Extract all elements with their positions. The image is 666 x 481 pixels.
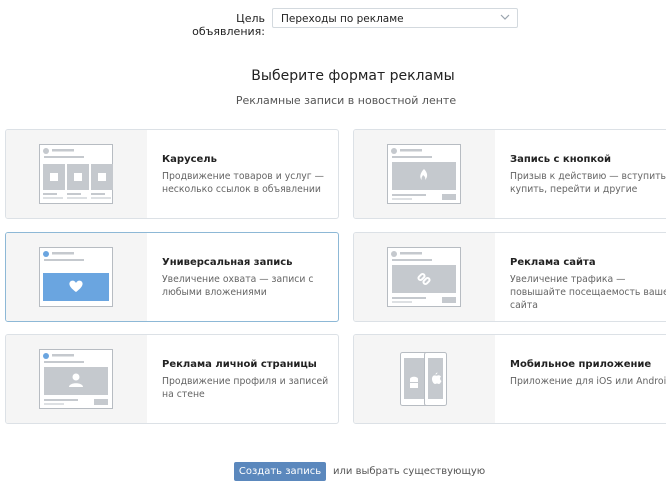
create-post-button[interactable]: Создать запись bbox=[234, 462, 326, 481]
ad-goal-selected-value: Переходы по рекламе bbox=[281, 13, 404, 25]
ad-goal-row: Цель объявления: Переходы по рекламе bbox=[0, 8, 666, 38]
format-card-site-ad[interactable]: Реклама сайта Увеличение трафика — повыш… bbox=[353, 232, 666, 322]
ad-goal-label: Цель объявления: bbox=[192, 12, 265, 38]
card-title: Реклама личной страницы bbox=[162, 359, 317, 370]
card-description: Призыв к действию — вступить, купить, пе… bbox=[510, 171, 666, 195]
format-card-mobile-app[interactable]: Мобильное приложение Приложение для iOS … bbox=[353, 334, 666, 424]
format-card-personal-page[interactable]: Реклама личной страницы Продвижение проф… bbox=[5, 334, 339, 424]
chevron-down-icon bbox=[500, 14, 510, 20]
mobile-app-thumb-icon bbox=[400, 352, 447, 406]
card-title: Универсальная запись bbox=[162, 257, 293, 268]
format-card-button-post[interactable]: Запись с кнопкой Призыв к действию — вст… bbox=[353, 129, 666, 219]
card-title: Реклама сайта bbox=[510, 257, 596, 268]
card-description: Продвижение профиля и записей на стене bbox=[162, 376, 329, 400]
card-title: Запись с кнопкой bbox=[510, 154, 612, 165]
personal-page-thumb-icon bbox=[39, 349, 113, 409]
card-title: Карусель bbox=[162, 154, 217, 165]
card-description: Приложение для iOS или Android bbox=[510, 376, 666, 387]
carousel-thumb-icon bbox=[39, 144, 113, 204]
card-title: Мобильное приложение bbox=[510, 359, 652, 370]
page-title: Выберите формат рекламы bbox=[251, 68, 455, 84]
card-description: Увеличение охвата — записи с любыми влож… bbox=[162, 274, 314, 298]
card-description: Продвижение товаров и услуг — несколько … bbox=[162, 171, 324, 195]
select-existing-link[interactable]: или выбрать существующую bbox=[333, 466, 485, 477]
button-post-thumb-icon bbox=[387, 144, 461, 204]
site-ad-thumb-icon bbox=[387, 247, 461, 307]
format-card-universal-post[interactable]: Универсальная запись Увеличение охвата —… bbox=[5, 232, 339, 322]
ad-goal-select[interactable]: Переходы по рекламе bbox=[272, 8, 518, 28]
section-subtitle: Рекламные записи в новостной ленте bbox=[235, 94, 457, 107]
format-card-carousel[interactable]: Карусель Продвижение товаров и услуг — н… bbox=[5, 129, 339, 219]
card-description: Увеличение трафика — повышайте посещаемо… bbox=[510, 274, 666, 311]
universal-post-thumb-icon bbox=[39, 247, 113, 307]
